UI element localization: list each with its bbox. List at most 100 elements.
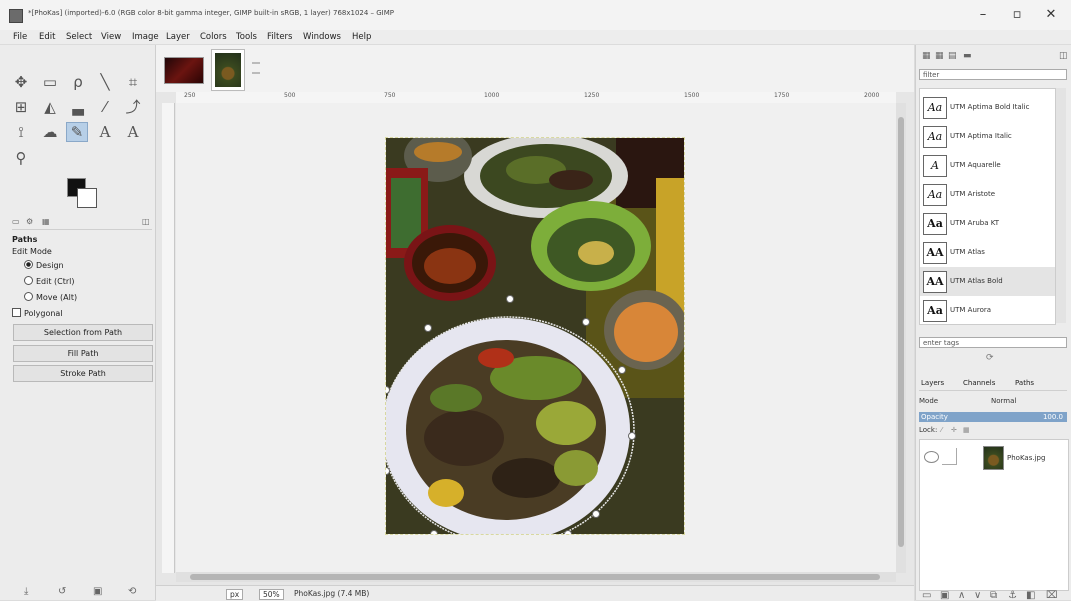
restore-preset-icon[interactable]: ↺ (58, 586, 66, 597)
path-line-tool-icon[interactable]: ╲ (95, 73, 115, 91)
font-filter-combo[interactable]: filter (919, 69, 1067, 80)
paths-tool-icon[interactable]: ✎ (66, 122, 88, 142)
font-item[interactable]: AA UTM Atlas (920, 238, 1055, 267)
font-item[interactable]: Aa UTM Aptima Bold Italic (920, 93, 1055, 122)
menu-filters[interactable]: Filters (267, 32, 292, 42)
mask-layer-icon[interactable]: ◧ (1026, 590, 1035, 601)
mode-edit-radio[interactable]: Edit (Ctrl) (24, 276, 75, 286)
dock-configure-icon[interactable]: ◫ (1059, 51, 1068, 61)
patterns-tab-icon[interactable]: ▦ (935, 51, 944, 61)
delete-layer-icon[interactable]: ⌧ (1046, 590, 1058, 601)
font-item[interactable]: Aa UTM Aptima Italic (920, 122, 1055, 151)
layers-dock-tabs: Layers Channels Paths (919, 378, 1067, 391)
menu-view[interactable]: View (101, 32, 121, 42)
image-tab-thumbnail-2[interactable] (211, 49, 245, 91)
menu-file[interactable]: File (13, 32, 27, 42)
tabs-menu-icon[interactable] (252, 62, 260, 74)
paintbrush-tool-icon[interactable]: ⁄ (95, 98, 115, 116)
brushes-tab-icon[interactable]: ▦ (922, 51, 931, 61)
polygonal-checkbox[interactable]: Polygonal (12, 308, 63, 318)
font-item[interactable]: Aa UTM Aristote (920, 180, 1055, 209)
clone-tool-icon[interactable]: ⊞ (11, 98, 31, 116)
paintbucket-tool-icon[interactable]: ◭ (40, 98, 60, 116)
lock-pixels-icon[interactable]: ⁄ (941, 426, 942, 434)
raise-layer-icon[interactable]: ∧ (958, 590, 965, 601)
duplicate-layer-icon[interactable]: ⧉ (990, 590, 997, 601)
lasso-tool-icon[interactable]: ρ (68, 73, 88, 91)
delete-preset-icon[interactable]: ▣ (93, 586, 102, 597)
opacity-slider[interactable]: Opacity 100.0 (919, 412, 1067, 422)
font-item[interactable]: Aa UTM Aruba KT (920, 209, 1055, 238)
reset-preset-icon[interactable]: ⟲ (128, 586, 136, 597)
new-group-icon[interactable]: ▣ (940, 590, 949, 601)
tool-options-tab-icon[interactable]: ▭ (12, 217, 20, 226)
background-color-swatch[interactable] (77, 188, 97, 208)
refresh-fonts-icon[interactable]: ⟳ (986, 353, 994, 363)
dock-menu-icon[interactable]: ◫ (142, 217, 150, 226)
font-list[interactable]: Aa UTM Aptima Bold Italic Aa UTM Aptima … (919, 88, 1056, 325)
right-dock: ▦ ▦ ▤ ▬ ◫ filter Aa UTM Aptima Bold Ital… (915, 45, 1071, 601)
maximize-button[interactable]: ▫ (1002, 5, 1032, 25)
ink-tool-icon[interactable]: ⤴ (123, 98, 143, 116)
tab-paths[interactable]: Paths (1015, 379, 1034, 387)
new-layer-icon[interactable]: ▭ (922, 590, 931, 601)
menu-windows[interactable]: Windows (303, 32, 341, 42)
image-tabs-bar (156, 45, 914, 92)
font-item[interactable]: A UTM Aquarelle (920, 151, 1055, 180)
stroke-path-button[interactable]: Stroke Path (13, 365, 153, 382)
selection-from-path-button[interactable]: Selection from Path (13, 324, 153, 341)
mode-design-radio[interactable]: Design (24, 260, 64, 270)
lock-position-icon[interactable]: ✛ (951, 426, 957, 434)
undo-history-tab-icon[interactable]: ▦ (42, 217, 50, 226)
layer-row[interactable]: PhoKas.jpg (920, 444, 1068, 470)
layers-footer: ▭ ▣ ∧ ∨ ⧉ ⚓ ◧ ⌧ (916, 590, 1071, 601)
font-item[interactable]: Aa UTM Aurora (920, 296, 1055, 324)
font-preview: AA (923, 242, 947, 264)
anchor-layer-icon[interactable]: ⚓ (1008, 590, 1017, 601)
zoom-tool-icon[interactable]: ⚲ (11, 149, 31, 167)
canvas-area[interactable] (176, 103, 896, 573)
crop-tool-icon[interactable]: ⌗ (123, 73, 143, 91)
menu-help[interactable]: Help (352, 32, 371, 42)
gradient-tool-icon[interactable]: ▃ (68, 98, 88, 116)
smudge-tool-icon[interactable]: ☁ (40, 123, 60, 141)
font-item-selected[interactable]: AA UTM Atlas Bold (920, 267, 1055, 296)
save-preset-icon[interactable]: ⤓ (24, 586, 28, 597)
image-tab-thumbnail-1[interactable] (164, 57, 204, 84)
menu-layer[interactable]: Layer (166, 32, 190, 42)
font-list-scrollbar[interactable] (1056, 88, 1066, 323)
lower-layer-icon[interactable]: ∨ (974, 590, 981, 601)
layer-list[interactable]: PhoKas.jpg (919, 439, 1069, 591)
gradients-tab-icon[interactable]: ▬ (963, 51, 972, 61)
move-tool-icon[interactable]: ✥ (11, 73, 31, 91)
menu-image[interactable]: Image (132, 32, 159, 42)
eye-icon[interactable] (924, 451, 939, 463)
menu-tools[interactable]: Tools (236, 32, 257, 42)
mode-move-radio[interactable]: Move (Alt) (24, 292, 77, 302)
menu-edit[interactable]: Edit (39, 32, 55, 42)
close-button[interactable]: ✕ (1036, 5, 1066, 25)
font-tags-input[interactable]: enter tags (919, 337, 1067, 348)
warp-tool-icon[interactable]: ⟟ (11, 123, 31, 141)
device-status-tab-icon[interactable]: ⚙ (26, 217, 33, 226)
unit-selector[interactable]: px (226, 589, 244, 600)
vertical-scrollbar[interactable] (896, 103, 906, 573)
lock-alpha-icon[interactable]: ▦ (963, 426, 970, 434)
rect-select-tool-icon[interactable]: ▭ (40, 73, 60, 91)
text-tool-icon[interactable]: A (95, 123, 115, 141)
minimize-button[interactable]: – (968, 5, 998, 25)
mode-select[interactable]: Normal (991, 397, 1016, 405)
chain-icon[interactable] (942, 448, 957, 465)
vertical-ruler[interactable] (162, 103, 175, 573)
menu-colors[interactable]: Colors (200, 32, 227, 42)
fonts-tab-icon[interactable]: ▤ (948, 51, 957, 61)
lock-row: Lock: ⁄ ✛ ▦ (919, 426, 1067, 434)
menu-select[interactable]: Select (66, 32, 92, 42)
horizontal-scrollbar[interactable] (176, 572, 896, 582)
fill-path-button[interactable]: Fill Path (13, 345, 153, 362)
tab-layers[interactable]: Layers (921, 379, 944, 387)
text-alt-tool-icon[interactable]: A (123, 123, 143, 141)
zoom-selector[interactable]: 50% (259, 589, 284, 600)
food-photo-image[interactable] (385, 137, 685, 535)
tab-channels[interactable]: Channels (963, 379, 995, 387)
